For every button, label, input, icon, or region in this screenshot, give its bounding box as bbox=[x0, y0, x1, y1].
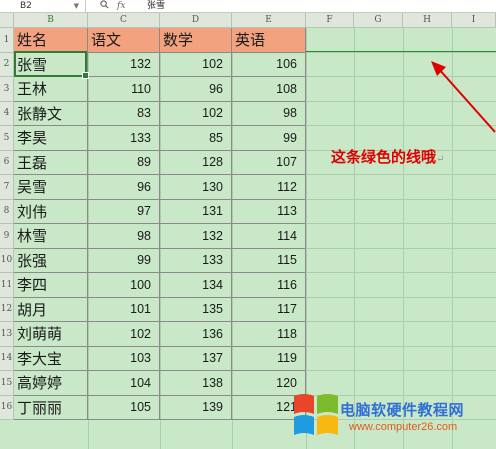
red-arrow-icon bbox=[431, 61, 496, 133]
windows-logo-icon bbox=[294, 394, 338, 435]
paragraph-mark-icon: ↵ bbox=[436, 154, 445, 165]
annotation-label: 这条绿色的线哦 bbox=[331, 148, 437, 166]
watermark-title: 电脑软硬件教程网 bbox=[340, 401, 465, 419]
annotation-text: 这条绿色的线哦↵ bbox=[331, 146, 444, 167]
watermark-url: www.computer26.com bbox=[349, 421, 458, 433]
